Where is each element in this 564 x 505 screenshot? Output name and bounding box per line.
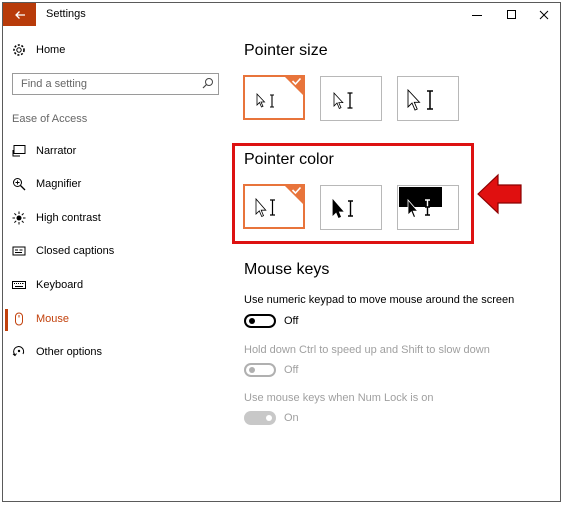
speed-modifier-setting-label: Hold down Ctrl to speed up and Shift to … xyxy=(244,344,490,356)
home-label: Home xyxy=(36,44,66,56)
close-button[interactable] xyxy=(528,3,560,26)
active-indicator xyxy=(5,309,8,331)
checkmark-icon xyxy=(291,186,302,195)
back-arrow-icon xyxy=(14,10,25,19)
closed-captions-icon xyxy=(11,243,27,259)
mouse-icon xyxy=(11,311,27,327)
sidebar-item-keyboard[interactable]: Keyboard xyxy=(11,275,83,295)
pointer-color-black-option[interactable] xyxy=(320,185,382,230)
pointer-size-small-option[interactable] xyxy=(243,75,305,120)
search-icon[interactable] xyxy=(202,77,214,89)
num-lock-setting-label: Use mouse keys when Num Lock is on xyxy=(244,392,434,404)
sidebar-item-label: Other options xyxy=(36,346,103,358)
home-nav-item[interactable]: Home xyxy=(11,40,65,60)
title-bar: Settings xyxy=(3,3,560,26)
back-button[interactable] xyxy=(3,3,36,26)
maximize-button[interactable] xyxy=(496,3,528,26)
sidebar-item-mouse[interactable]: Mouse xyxy=(11,309,69,329)
keyboard-icon xyxy=(11,277,27,293)
minimize-icon xyxy=(472,14,482,16)
settings-window: Settings Home Ease of Access Narrator xyxy=(2,2,561,502)
pointer-size-title: Pointer size xyxy=(244,42,328,59)
speed-modifier-toggle[interactable] xyxy=(244,363,276,377)
toggle-knob xyxy=(249,367,255,373)
mouse-keys-toggle[interactable] xyxy=(244,314,276,328)
sidebar-item-label: Closed captions xyxy=(36,245,115,257)
num-lock-toggle-state: On xyxy=(284,412,299,424)
pointer-color-white-option[interactable] xyxy=(243,184,305,229)
sidebar-item-label: Narrator xyxy=(36,145,77,157)
sidebar-item-label: Mouse xyxy=(36,313,70,325)
minimize-button[interactable] xyxy=(461,3,493,26)
mouse-keys-title: Mouse keys xyxy=(244,261,330,278)
sidebar-item-high-contrast[interactable]: High contrast xyxy=(11,208,101,228)
pointer-size-medium-option[interactable] xyxy=(320,76,382,121)
window-title: Settings xyxy=(46,8,86,20)
red-arrow-annotation-icon xyxy=(477,173,522,215)
toggle-knob xyxy=(266,415,272,421)
close-icon xyxy=(539,10,549,19)
search-box[interactable] xyxy=(12,73,219,95)
search-input[interactable] xyxy=(13,74,193,94)
gear-icon xyxy=(11,42,27,58)
pointer-preview-icon xyxy=(332,198,353,219)
pointer-preview-icon xyxy=(333,91,353,110)
num-lock-toggle[interactable] xyxy=(244,411,276,425)
pointer-color-inverted-option[interactable] xyxy=(397,185,459,230)
magnifier-icon xyxy=(11,176,27,192)
other-options-icon xyxy=(11,344,27,360)
maximize-icon xyxy=(507,9,516,19)
numeric-keypad-setting-label: Use numeric keypad to move mouse around … xyxy=(244,294,515,306)
sidebar-item-label: Magnifier xyxy=(36,178,82,190)
sidebar-item-closed-captions[interactable]: Closed captions xyxy=(11,241,114,261)
pointer-color-title: Pointer color xyxy=(244,151,334,168)
sidebar-item-other-options[interactable]: Other options xyxy=(11,342,102,362)
checkmark-icon xyxy=(291,77,302,86)
toggle-knob xyxy=(249,318,255,324)
sidebar-item-label: High contrast xyxy=(36,212,101,224)
pointer-preview-icon xyxy=(407,88,433,111)
ease-of-access-group-label: Ease of Access xyxy=(12,113,88,125)
narrator-icon xyxy=(11,143,27,159)
sidebar-item-label: Keyboard xyxy=(36,279,84,291)
speed-modifier-toggle-state: Off xyxy=(284,364,299,376)
sidebar-item-magnifier[interactable]: Magnifier xyxy=(11,174,81,194)
pointer-preview-icon xyxy=(399,187,442,219)
sidebar-item-narrator[interactable]: Narrator xyxy=(11,141,76,161)
mouse-keys-toggle-state: Off xyxy=(284,315,299,327)
high-contrast-icon xyxy=(11,210,27,226)
pointer-size-large-option[interactable] xyxy=(397,76,459,121)
